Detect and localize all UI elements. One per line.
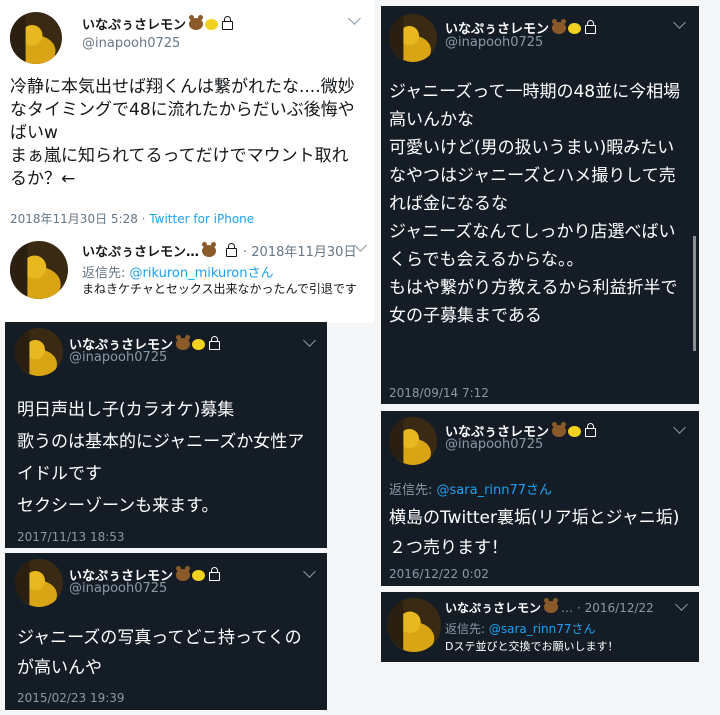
reply-to-link[interactable]: @rikuron_mikuronさん — [130, 266, 274, 281]
lemon-emoji-icon — [568, 23, 582, 34]
user-handle[interactable]: @inapooh0725 — [445, 35, 543, 50]
avatar[interactable] — [10, 12, 62, 64]
reply-to: 返信先: @sara_rinn77さん — [445, 622, 596, 636]
avatar[interactable] — [15, 559, 63, 607]
lock-icon — [209, 567, 221, 581]
bear-emoji-icon — [544, 598, 559, 613]
chevron-down-icon[interactable] — [673, 421, 686, 434]
bear-emoji-icon — [552, 19, 567, 34]
scrollbar[interactable] — [693, 236, 696, 351]
chevron-down-icon[interactable] — [303, 334, 316, 347]
tweet-text: 横島のTwitter裏垢(リア垢とジャニ垢)２つ売ります！ — [389, 508, 680, 558]
chevron-down-icon[interactable] — [675, 598, 688, 611]
bear-emoji-icon — [552, 422, 567, 437]
reply-to-link[interactable]: @sara_rinn77さん — [489, 622, 596, 636]
lock-icon — [209, 336, 221, 350]
tweet-text: Dステ並びと交換でお願いします！ — [445, 640, 619, 653]
user-handle[interactable]: @inapooh0725 — [445, 437, 543, 452]
tweet-text: ジャニーズの写真ってどこ持ってくのが高いんや — [17, 628, 302, 678]
tweet-card-7[interactable]: いなぷぅさレモン… · 2016/12/22 返信先: @sara_rinn77さ… — [381, 592, 699, 662]
chevron-down-icon[interactable] — [348, 12, 361, 25]
avatar[interactable] — [387, 598, 441, 652]
user-name[interactable]: いなぷぅさレモン — [82, 14, 234, 33]
tweet-text: ジャニーズって一時期の48並に今相場高いんかな 可愛いけど(男の扱いうまい)暇み… — [389, 82, 681, 326]
tweet-timestamp: 2018/09/14 7:12 — [389, 386, 489, 400]
avatar[interactable] — [389, 14, 437, 62]
bear-emoji-icon — [202, 242, 217, 257]
chevron-down-icon[interactable] — [303, 565, 316, 578]
tweet-text: 明日声出し子(カラオケ)募集 歌うのは基本的にジャニーズか女性アイドルです セク… — [17, 400, 305, 516]
lock-icon — [226, 243, 238, 257]
user-handle[interactable]: @inapooh0725 — [69, 581, 167, 596]
bear-emoji-icon — [176, 335, 191, 350]
tweet-text: まねきケチャとセックス出来なかったんで引退です — [82, 282, 357, 296]
reply-to: 返信先: @sara_rinn77さん — [389, 483, 553, 498]
lock-icon — [585, 423, 597, 437]
tweet-timestamp: 2016/12/22 0:02 — [389, 567, 489, 581]
lemon-emoji-icon — [205, 19, 219, 30]
tweet-source-link[interactable]: Twitter for iPhone — [149, 212, 254, 226]
chevron-down-icon[interactable] — [673, 16, 686, 29]
tweet-card-4[interactable]: いなぷぅさレモン @inapooh0725 明日声出し子(カラオケ)募集 歌うの… — [5, 322, 327, 548]
avatar[interactable] — [15, 328, 63, 376]
bear-emoji-icon — [189, 15, 204, 30]
reply-to-link[interactable]: @sara_rinn77さん — [437, 483, 553, 498]
lemon-emoji-icon — [192, 570, 206, 581]
tweet-card-1[interactable]: いなぷぅさレモン @inapooh0725 冷静に本気出せば翔くんは繋がれたな.… — [0, 0, 374, 233]
lock-icon — [585, 20, 597, 34]
tweet-card-6[interactable]: いなぷぅさレモン @inapooh0725 ジャニーズの写真ってどこ持ってくのが… — [5, 553, 327, 710]
avatar[interactable] — [389, 417, 437, 465]
tweet-card-2[interactable]: いなぷぅさレモン… · 2018年11月30日 返信先: @rikuron_mik… — [0, 233, 374, 323]
tweet-card-3[interactable]: いなぷぅさレモン @inapooh0725 ジャニーズって一時期の48並に今相場… — [381, 6, 699, 404]
avatar[interactable] — [10, 241, 68, 299]
tweet-card-5[interactable]: いなぷぅさレモン @inapooh0725 返信先: @sara_rinn77さ… — [381, 411, 699, 586]
user-name[interactable]: いなぷぅさレモン… · 2018年11月30日 — [82, 241, 356, 260]
lock-icon — [222, 16, 234, 30]
user-name[interactable]: いなぷぅさレモン… · 2016/12/22 — [445, 598, 654, 616]
user-handle[interactable]: @inapooh0725 — [69, 350, 167, 365]
tweet-timestamp: 2017/11/13 18:53 — [17, 530, 125, 544]
tweet-timestamp: 2015/02/23 19:39 — [17, 691, 125, 705]
bear-emoji-icon — [176, 566, 191, 581]
tweet-timestamp: 2018年11月30日 5:28 · Twitter for iPhone — [10, 212, 255, 226]
lemon-emoji-icon — [568, 426, 582, 437]
reply-to: 返信先: @rikuron_mikuronさん — [82, 266, 274, 281]
lemon-emoji-icon — [192, 339, 206, 350]
user-handle[interactable]: @inapooh0725 — [82, 36, 180, 51]
tweet-text: 冷静に本気出せば翔くんは繋がれたな....微妙なタイミングで48に流れたからだい… — [10, 77, 355, 189]
